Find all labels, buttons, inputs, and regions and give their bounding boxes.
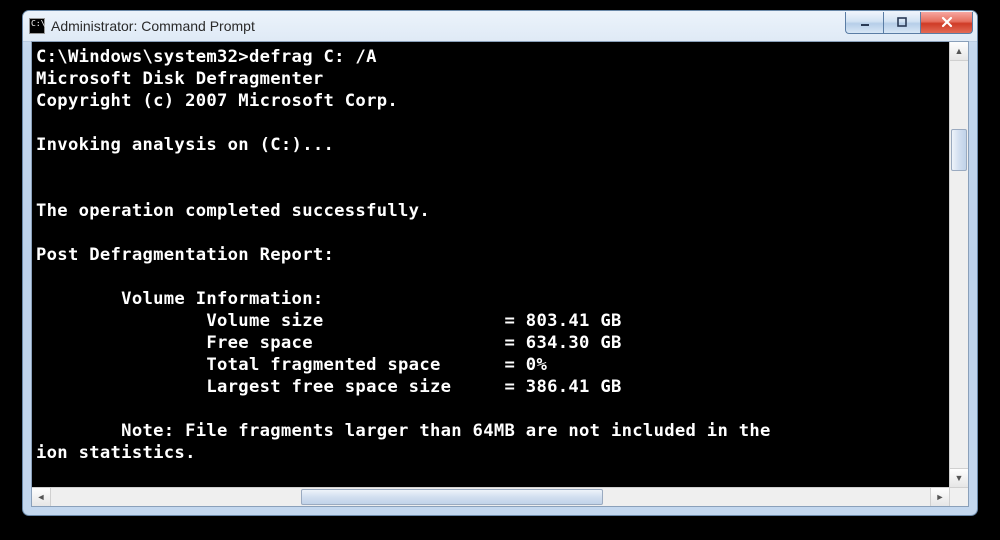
hscroll-track[interactable] [51,488,930,506]
minimize-button[interactable] [845,12,883,34]
hscroll-thumb[interactable] [301,489,603,505]
terminal-output[interactable]: C:\Windows\system32>defrag C: /A Microso… [32,42,949,487]
vertical-scrollbar[interactable]: ▲ ▼ [949,42,968,487]
scroll-down-arrow-icon[interactable]: ▼ [950,468,968,487]
scroll-left-arrow-icon[interactable]: ◄ [32,488,51,506]
client-area: C:\Windows\system32>defrag C: /A Microso… [31,41,969,507]
cmd-icon: C:\ [29,18,45,34]
scroll-up-arrow-icon[interactable]: ▲ [950,42,968,61]
window-controls [845,12,973,32]
vscroll-track[interactable] [950,61,968,468]
window-title: Administrator: Command Prompt [51,18,845,34]
titlebar[interactable]: C:\ Administrator: Command Prompt [23,11,977,42]
scroll-right-arrow-icon[interactable]: ► [930,488,949,506]
close-button[interactable] [921,12,973,34]
scrollbar-corner [949,488,968,506]
maximize-button[interactable] [883,12,921,34]
horizontal-scrollbar[interactable]: ◄ ► [32,487,968,506]
command-prompt-window: C:\ Administrator: Command Prompt C:\Win… [22,10,978,516]
vscroll-thumb[interactable] [951,129,967,171]
